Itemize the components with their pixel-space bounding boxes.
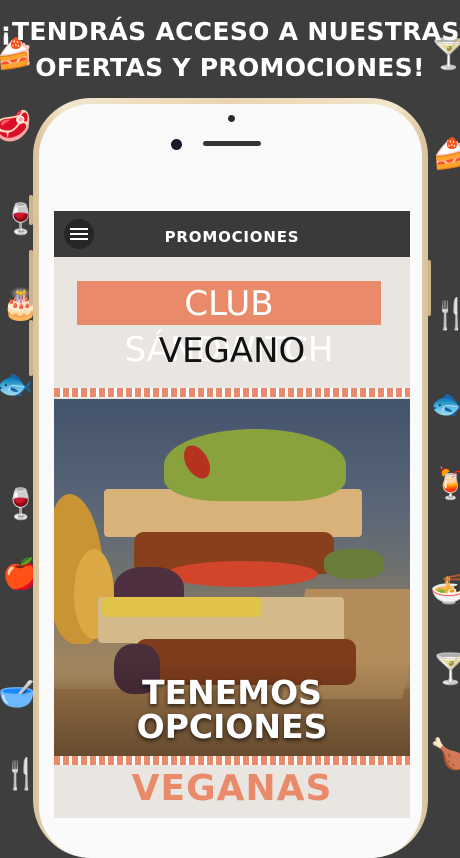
app-topbar: PROMOCIONES [54,211,410,257]
phone-camera [171,139,182,150]
fish-icon: 🐟 [430,387,460,422]
vegan-caption: VEGANAS [131,768,333,809]
cocktail-icon: 🍸 [432,652,460,687]
bowl-icon: 🥣 [0,677,36,712]
promo-title: CLUB SÁNDWITCH [77,281,381,370]
bowl-icon: 🍜 [430,572,460,607]
phone-speaker [203,141,261,146]
sandwich-photo[interactable]: TENEMOS OPCIONES [54,399,410,756]
cocktail-icon: 🍹 [432,467,460,502]
photo-caption-line-1: TENEMOS [142,673,322,712]
headline: ¡TENDRÁS ACCESO A NUESTRAS OFERTAS Y PRO… [0,14,460,86]
cheese-slice [102,597,262,617]
photo-caption-line-2: OPCIONES [136,707,328,746]
app-screen: PROMOCIONES CLUB SÁNDWITCH VEGANO TENEMO… [54,211,410,818]
tomato-slice [166,561,318,587]
headline-line-2: OFERTAS Y PROMOCIONES! [35,53,425,82]
stripe-divider-top [54,388,410,397]
steak-icon: 🥩 [0,109,32,144]
phone-sensor [228,115,235,122]
lettuce [324,549,384,579]
promo-subtitle: VEGANO [158,331,306,371]
fork-knife-icon: 🍴 [432,297,460,332]
cake-icon: 🍰 [432,137,460,172]
topbar-title: PROMOCIONES [164,228,300,246]
headline-line-1: ¡TENDRÁS ACCESO A NUESTRAS [0,17,460,46]
steak-icon: 🍗 [430,737,460,772]
hamburger-menu-icon[interactable] [64,219,94,249]
stripe-divider-bottom [54,756,410,765]
